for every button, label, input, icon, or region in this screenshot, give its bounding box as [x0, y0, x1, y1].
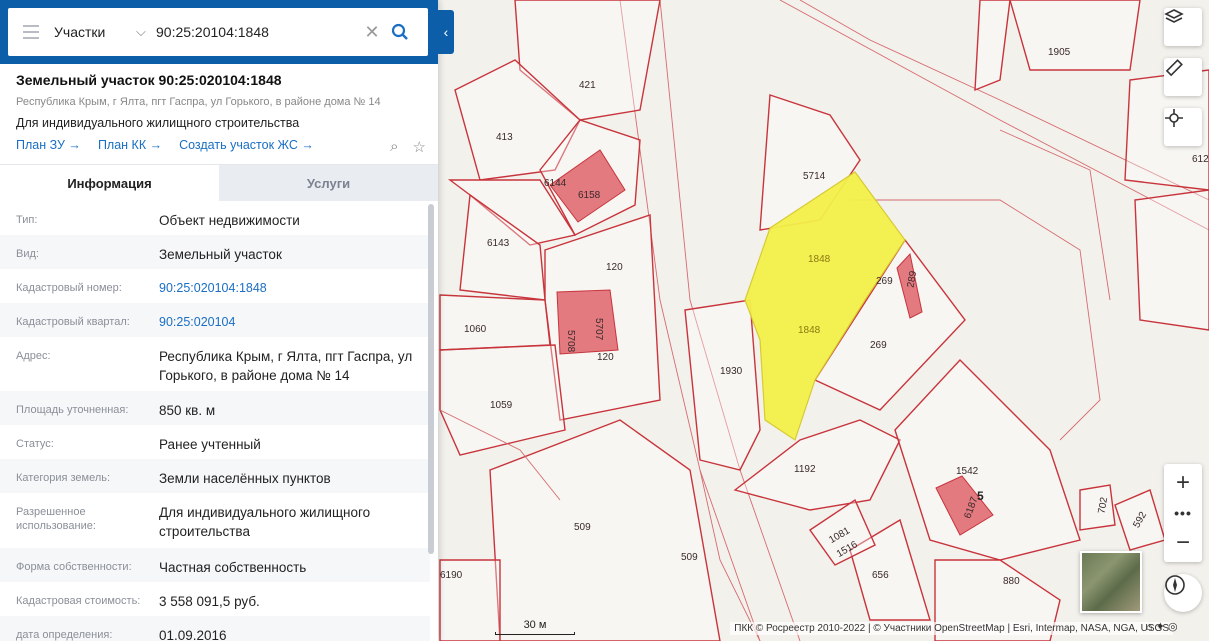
scale-bar: 30 м — [495, 619, 575, 635]
label-656: 656 — [872, 570, 889, 581]
parcel-east — [1134, 189, 1209, 331]
object-title: Земельный участок 90:25:020104:1848 — [16, 72, 282, 88]
label-1848-b: 1848 — [798, 325, 821, 336]
info-row: Кадастровая стоимость: 3 558 091,5 руб. — [16, 594, 260, 609]
zoom-controls: + ••• − — [1164, 464, 1202, 562]
parcel-1542 — [894, 358, 1081, 561]
search-document-icon[interactable]: ⌕ — [390, 138, 398, 156]
object-address: Республика Крым, г Ялта, пгт Гаспра, ул … — [16, 96, 381, 108]
object-use: Для индивидуального жилищного строительс… — [16, 116, 300, 130]
info-row: Тип: Объект недвижимости — [16, 213, 300, 228]
info-row: Кадастровый номер: 90:25:020104:1848 — [0, 269, 430, 303]
info-row: Категория земель: Земли населённых пункто… — [0, 459, 430, 493]
info-row: Вид: Земельный участок — [0, 235, 430, 269]
search-icon — [391, 23, 408, 40]
info-row: Форма собственности: Частная собственност… — [0, 548, 430, 582]
label-1059: 1059 — [490, 400, 513, 411]
label-5707: 5707 — [593, 318, 604, 341]
search-bar: Участки ⌵ ✕ — [0, 0, 438, 64]
label-5708: 5708 — [565, 330, 576, 353]
parcel-strip — [974, 0, 1011, 92]
info-row: Кадастровый квартал: 90:25:020104 — [0, 303, 430, 337]
search-type-select[interactable]: Участки — [54, 24, 136, 40]
map-attribution: ПКК © Росреестр 2010-2022 | © Участники … — [730, 622, 1173, 635]
label-880: 880 — [1003, 576, 1020, 587]
label-509-a: 509 — [574, 522, 591, 533]
label-120: 120 — [606, 262, 623, 273]
parcel-1192 — [733, 419, 901, 511]
cadastral-quarter-link[interactable]: 90:25:020104 — [159, 303, 424, 337]
scrollbar[interactable] — [428, 204, 434, 554]
label-1905: 1905 — [1048, 47, 1071, 58]
object-actions: ⌕ ☆ — [390, 138, 426, 156]
parcel-1905 — [1009, 0, 1141, 71]
plan-kk-link[interactable]: План КК → — [98, 138, 162, 152]
label-6158: 6158 — [578, 190, 601, 201]
chevron-down-icon[interactable]: ⌵ — [136, 24, 156, 40]
info-row: дата определения: 01.09.2016 — [0, 616, 430, 641]
info-row: Статус: Ранее учтенный — [16, 437, 261, 452]
label-1542: 1542 — [956, 466, 979, 477]
label-6143: 6143 — [487, 238, 510, 249]
panel-tabs: Информация Услуги — [0, 164, 438, 201]
plan-zu-link[interactable]: План ЗУ → — [16, 138, 81, 152]
info-table: Тип: Объект недвижимости Вид: Земельный уч… — [0, 201, 430, 641]
zoom-in-button[interactable]: + — [1164, 464, 1202, 502]
compass-icon — [1165, 575, 1185, 595]
label-1930: 1930 — [720, 366, 743, 377]
label-269-b: 269 — [870, 340, 887, 351]
label-509-b: 509 — [681, 552, 698, 563]
info-row: Площадь уточненная: 850 кв. м — [0, 391, 430, 425]
parcel-509 — [489, 419, 721, 641]
label-269-a: 269 — [876, 276, 893, 287]
locate-button[interactable] — [1164, 108, 1202, 146]
compass-button[interactable] — [1164, 574, 1202, 612]
layers-icon — [1164, 9, 1184, 23]
object-links: План ЗУ → План КК → Создать участок ЖС → — [16, 138, 426, 152]
label-6144: 6144 — [544, 178, 567, 189]
ruler-button[interactable] — [1164, 58, 1202, 96]
info-panel: Участки ⌵ ✕ ‹ Земельный участок 90:25:02… — [0, 0, 454, 641]
more-icon[interactable]: ••• — [1164, 502, 1202, 524]
label-413: 413 — [496, 132, 513, 143]
create-parcel-link[interactable]: Создать участок ЖС → — [179, 138, 314, 152]
basemap-thumbnail[interactable] — [1080, 551, 1142, 613]
label-1060: 1060 — [464, 324, 487, 335]
tab-info[interactable]: Информация — [0, 165, 219, 201]
layers-button[interactable] — [1164, 8, 1202, 46]
label-612: 612 — [1192, 154, 1209, 165]
search-button[interactable] — [384, 23, 416, 41]
zoom-out-button[interactable]: − — [1164, 524, 1202, 562]
close-icon[interactable]: ✕ — [360, 22, 384, 43]
search-input[interactable] — [156, 24, 356, 40]
info-row: Разрешенное использование: Для индивидуал… — [16, 505, 371, 539]
label-1848-a: 1848 — [808, 254, 831, 265]
label-5714: 5714 — [803, 171, 826, 182]
label-6190: 6190 — [440, 570, 463, 581]
label-120-b: 120 — [597, 352, 614, 363]
star-icon[interactable]: ☆ — [413, 138, 426, 156]
object-header: Земельный участок 90:25:020104:1848 Респ… — [16, 72, 426, 156]
info-row: Адрес: Республика Крым, г Ялта, пгт Гаспр… — [16, 349, 413, 383]
parcel-1060 — [439, 294, 551, 351]
crosshair-icon — [1165, 109, 1183, 127]
attribution-icons: ⌂ ✦ ◎ — [1146, 621, 1178, 633]
label-421: 421 — [579, 80, 596, 91]
cadastral-number-link[interactable]: 90:25:020104:1848 — [159, 269, 424, 303]
ruler-icon — [1165, 59, 1183, 77]
parcel-1930 — [684, 299, 761, 471]
tab-services[interactable]: Услуги — [219, 165, 438, 201]
collapse-panel-button[interactable]: ‹ — [438, 10, 454, 54]
search-box: Участки ⌵ ✕ — [8, 8, 428, 56]
menu-icon[interactable] — [8, 25, 54, 39]
label-1192: 1192 — [794, 464, 816, 475]
